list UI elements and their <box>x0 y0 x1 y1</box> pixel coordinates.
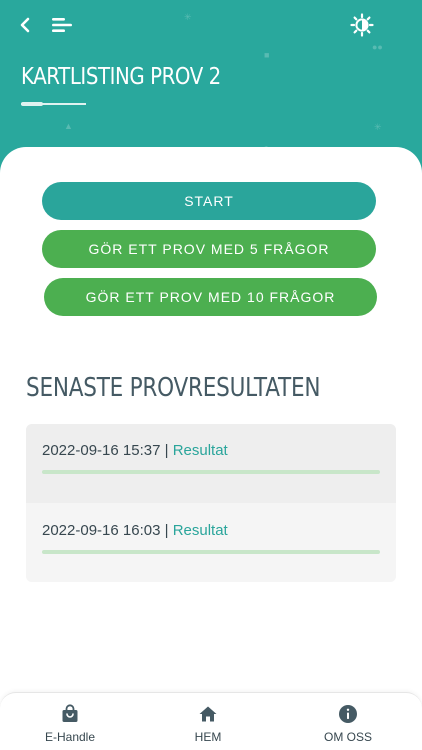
decorative-star-2: ✳ <box>374 122 382 132</box>
back-button[interactable] <box>12 12 38 38</box>
menu-icon <box>52 18 72 32</box>
result-text: 2022-09-16 15:37 | Resultat <box>42 442 228 459</box>
decorative-dots: ●● <box>372 42 383 52</box>
bottom-navigation: E-Handle HEM OM OSS <box>0 692 422 750</box>
nav-label-home: HEM <box>194 730 222 744</box>
result-item[interactable]: 2022-09-16 15:37 | Resultat <box>26 424 396 503</box>
nav-label-ehandle: E-Handle <box>44 730 96 744</box>
home-icon <box>199 706 217 722</box>
result-progress-bar <box>42 550 380 554</box>
start-button[interactable]: START <box>42 182 376 220</box>
result-item[interactable]: 2022-09-16 16:03 | Resultat <box>26 504 396 582</box>
five-questions-button[interactable]: GÖR ETT PROV MED 5 FRÅGOR <box>42 230 376 268</box>
result-text: 2022-09-16 16:03 | Resultat <box>42 522 228 539</box>
page-title: KARTLISTING PROV 2 <box>21 64 221 90</box>
title-underline <box>21 102 86 106</box>
nav-label-about: OM OSS <box>323 730 372 744</box>
result-link[interactable]: Resultat <box>173 522 228 539</box>
back-arrow-icon <box>20 17 30 33</box>
result-datetime: 2022-09-16 16:03 <box>42 522 161 539</box>
result-separator: | <box>164 522 169 539</box>
results-list: 2022-09-16 15:37 | Resultat 2022-09-16 1… <box>26 424 396 582</box>
decorative-triangle: ▲ <box>64 121 73 131</box>
decorative-star: ✳ <box>184 12 192 22</box>
result-progress-bar <box>42 470 380 474</box>
theme-toggle-icon <box>350 13 374 37</box>
nav-item-home[interactable]: HEM <box>158 693 258 750</box>
decorative-square: ■ <box>264 50 270 60</box>
result-datetime: 2022-09-16 15:37 <box>42 442 161 459</box>
menu-button[interactable] <box>48 12 76 38</box>
shopping-bag-icon <box>62 704 78 722</box>
nav-item-ehandle[interactable]: E-Handle <box>20 693 120 750</box>
result-separator: | <box>164 442 169 459</box>
nav-item-about[interactable]: OM OSS <box>298 693 398 750</box>
result-link[interactable]: Resultat <box>173 442 228 459</box>
info-icon <box>339 705 357 723</box>
recent-results-heading: SENASTE PROVRESULTATEN <box>26 373 321 403</box>
theme-toggle-button[interactable] <box>346 10 378 40</box>
ten-questions-button[interactable]: GÖR ETT PROV MED 10 FRÅGOR <box>44 278 377 316</box>
